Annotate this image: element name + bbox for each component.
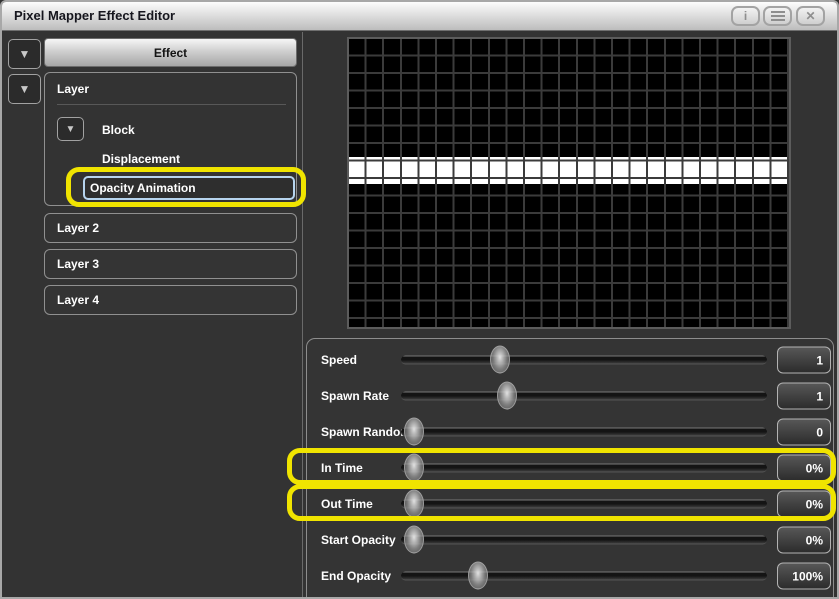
slider-track[interactable] bbox=[401, 392, 767, 401]
slider-track[interactable] bbox=[401, 500, 767, 509]
slider-label: Speed bbox=[321, 353, 357, 367]
close-button[interactable]: ✕ bbox=[796, 6, 825, 26]
info-icon: i bbox=[744, 10, 747, 22]
layer-3-button[interactable]: Layer 3 bbox=[44, 249, 297, 279]
slider-thumb[interactable] bbox=[404, 454, 424, 482]
titlebar: Pixel Mapper Effect Editor i ✕ bbox=[2, 2, 837, 31]
collapse-block-button[interactable]: ▼ bbox=[57, 117, 84, 141]
tree-separator bbox=[57, 104, 286, 105]
slider-row-end-opacity: End Opacity 100% bbox=[307, 558, 833, 594]
layer-node-label[interactable]: Layer bbox=[57, 82, 89, 96]
layer-3-label: Layer 3 bbox=[57, 257, 99, 271]
chevron-down-icon: ▼ bbox=[19, 47, 31, 61]
slider-value-box[interactable]: 1 bbox=[777, 347, 831, 374]
slider-track[interactable] bbox=[401, 536, 767, 545]
slider-label: End Opacity bbox=[321, 569, 391, 583]
effect-button[interactable]: Effect bbox=[44, 38, 297, 67]
slider-value-box[interactable]: 0% bbox=[777, 455, 831, 482]
collapse-layer-button[interactable]: ▼ bbox=[8, 74, 41, 104]
collapse-effect-button[interactable]: ▼ bbox=[8, 39, 41, 69]
pixel-mapper-effect-editor-window: Pixel Mapper Effect Editor i ✕ ▼ ▼ Effec… bbox=[0, 0, 839, 599]
window-title: Pixel Mapper Effect Editor bbox=[14, 8, 175, 23]
layer-4-label: Layer 4 bbox=[57, 293, 99, 307]
chevron-down-icon: ▼ bbox=[19, 82, 31, 96]
editor-content: ▼ ▼ Effect Layer ▼ Block Displacement Op… bbox=[2, 32, 837, 597]
slider-row-in-time: In Time 0% bbox=[307, 450, 833, 486]
slider-row-speed: Speed 1 bbox=[307, 342, 833, 378]
slider-thumb[interactable] bbox=[468, 562, 488, 590]
slider-thumb[interactable] bbox=[497, 382, 517, 410]
slider-track[interactable] bbox=[401, 464, 767, 473]
menu-button[interactable] bbox=[763, 6, 792, 26]
grid-lines bbox=[349, 39, 789, 327]
layer-4-button[interactable]: Layer 4 bbox=[44, 285, 297, 315]
info-button[interactable]: i bbox=[731, 6, 760, 26]
slider-value-box[interactable]: 1 bbox=[777, 383, 831, 410]
slider-row-spawn-random: Spawn Random 0 bbox=[307, 414, 833, 450]
pixel-preview-grid bbox=[347, 37, 791, 329]
slider-row-spawn-rate: Spawn Rate 1 bbox=[307, 378, 833, 414]
slider-value-box[interactable]: 0% bbox=[777, 527, 831, 554]
slider-label: Out Time bbox=[321, 497, 373, 511]
effect-button-label: Effect bbox=[154, 46, 187, 60]
close-icon: ✕ bbox=[805, 10, 815, 22]
slider-label: In Time bbox=[321, 461, 363, 475]
slider-label: Spawn Rate bbox=[321, 389, 389, 403]
slider-track[interactable] bbox=[401, 356, 767, 365]
slider-thumb[interactable] bbox=[404, 490, 424, 518]
opacity-animation-label: Opacity Animation bbox=[90, 181, 196, 195]
layer-tree-panel: Layer ▼ Block Displacement Opacity Anima… bbox=[44, 72, 297, 206]
slider-value-box[interactable]: 0% bbox=[777, 491, 831, 518]
hamburger-icon bbox=[771, 11, 785, 21]
slider-thumb[interactable] bbox=[404, 418, 424, 446]
slider-label: Spawn Random bbox=[321, 425, 411, 439]
slider-thumb[interactable] bbox=[404, 526, 424, 554]
block-node-label[interactable]: Block bbox=[102, 123, 135, 137]
effect-parameters-panel: Speed1Spawn Rate1Spawn Random0In Time0%O… bbox=[306, 338, 834, 597]
panel-divider bbox=[302, 32, 303, 597]
opacity-animation-selected-item[interactable]: Opacity Animation bbox=[83, 176, 295, 200]
chevron-down-icon: ▼ bbox=[66, 124, 76, 135]
slider-label: Start Opacity bbox=[321, 533, 396, 547]
layer-2-label: Layer 2 bbox=[57, 221, 99, 235]
slider-track[interactable] bbox=[401, 572, 767, 581]
slider-row-out-time: Out Time 0% bbox=[307, 486, 833, 522]
slider-track[interactable] bbox=[401, 428, 767, 437]
slider-value-box[interactable]: 100% bbox=[777, 563, 831, 590]
layer-2-button[interactable]: Layer 2 bbox=[44, 213, 297, 243]
slider-row-start-opacity: Start Opacity 0% bbox=[307, 522, 833, 558]
slider-thumb[interactable] bbox=[490, 346, 510, 374]
displacement-node-label[interactable]: Displacement bbox=[102, 152, 180, 166]
slider-value-box[interactable]: 0 bbox=[777, 419, 831, 446]
